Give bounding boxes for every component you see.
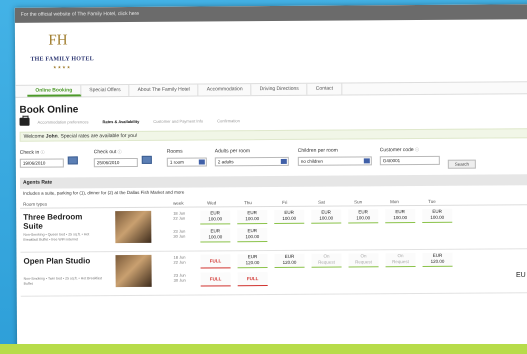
chevron-down-icon xyxy=(198,159,205,165)
info-icon[interactable]: ⓘ xyxy=(118,149,122,154)
col-day: Mon xyxy=(390,199,399,205)
rate-week-dates: 18 Jun 22 Jun xyxy=(173,254,186,265)
adults-select-value: 2 adults xyxy=(217,159,234,165)
rooms-select-value: 1 room xyxy=(169,159,184,165)
adults-select[interactable]: 2 adults xyxy=(214,156,289,167)
rate-cell[interactable]: EUR 100.00 xyxy=(200,228,231,243)
step-confirmation: Confirmation xyxy=(217,117,240,123)
room-name[interactable]: Three Bedroom Suite xyxy=(23,212,103,230)
col-day: Sun xyxy=(354,199,363,205)
room-description: Non-Smoking • Twin bed • 25 sq.ft. • Hot… xyxy=(23,276,102,286)
chevron-down-icon xyxy=(363,158,370,164)
checkout-label: Check out xyxy=(93,149,117,156)
chevron-down-icon xyxy=(280,158,287,164)
customer-code-label: Customer code xyxy=(379,147,414,154)
rooms-select[interactable]: 1 room xyxy=(166,157,207,167)
rooms-label: Rooms xyxy=(166,148,183,155)
browser-window: For the official website of The Family H… xyxy=(14,4,527,354)
step-customer-payment: Customer and Payment Info xyxy=(153,118,204,124)
info-icon[interactable]: ⓘ xyxy=(415,147,419,152)
rate-cell[interactable]: EUR 100.00 xyxy=(237,228,268,243)
nav-driving-directions[interactable]: Driving Directions xyxy=(251,83,308,96)
briefcase-icon xyxy=(19,117,30,126)
room-name[interactable]: Open Plan Studio xyxy=(23,256,103,265)
checkin-label: Check in xyxy=(19,149,40,156)
col-room-types: Room types xyxy=(23,201,48,207)
rooms-group: Rooms 1 room xyxy=(166,148,207,167)
checkout-field[interactable]: 25/06/2010 xyxy=(93,157,138,168)
nav-online-booking[interactable]: Online Booking xyxy=(27,85,82,97)
children-label: Children per room xyxy=(297,147,338,154)
info-icon[interactable]: ⓘ xyxy=(41,150,45,155)
screenshot-stage: For the official website of The Family H… xyxy=(0,0,527,354)
checkin-calendar-icon[interactable] xyxy=(67,156,78,165)
adults-group: Adults per room 2 adults xyxy=(215,148,289,167)
col-day: Tue xyxy=(428,198,436,204)
rate-week-dates: 23 Jun 30 Jun xyxy=(173,272,186,283)
checkout-group: Check out ⓘ 25/06/2010 xyxy=(93,149,138,168)
room-photo[interactable] xyxy=(115,210,152,244)
rate-cell[interactable]: EUR 100.00 xyxy=(311,209,342,224)
rate-cell[interactable]: EUR 100.00 xyxy=(237,210,268,225)
col-week: week xyxy=(173,200,184,206)
room-description: Non-Smoking • Queen bed • 25 sq.ft. • Ho… xyxy=(23,232,90,242)
room-row-open-plan-studio: Open Plan Studio Non-Smoking • Twin bed … xyxy=(20,249,527,297)
room-row-three-bedroom-suite: Three Bedroom Suite Non-Smoking • Queen … xyxy=(20,205,527,253)
rate-cell[interactable]: On Request xyxy=(311,253,342,268)
nav-about[interactable]: About The Family Hotel xyxy=(129,84,199,97)
welcome-user-name: John xyxy=(45,133,58,140)
rate-cell[interactable]: EUR 100.00 xyxy=(274,209,305,225)
col-day: Wed xyxy=(207,200,217,206)
rate-cell[interactable]: EUR 100.00 xyxy=(422,208,453,223)
nav-accommodation[interactable]: Accommodation xyxy=(198,84,252,96)
hotel-logo-name[interactable]: THE FAMILY HOTEL xyxy=(23,56,101,63)
welcome-suffix: . Special rates are available for you! xyxy=(57,132,138,140)
rate-cell[interactable]: FULL xyxy=(200,254,231,269)
rate-cell[interactable]: EUR 120.00 xyxy=(274,253,305,269)
checkin-group: Check in ⓘ 19/06/2010 xyxy=(19,149,64,168)
checkout-calendar-icon[interactable] xyxy=(141,155,152,164)
col-day: Fri xyxy=(282,199,288,205)
customer-code-group: Customer code ⓘ G4I0001 xyxy=(379,147,440,166)
rate-cell[interactable]: FULL xyxy=(237,272,268,287)
customer-code-field[interactable]: G4I0001 xyxy=(379,155,440,166)
rate-cell[interactable]: EUR 120.00 xyxy=(237,254,268,269)
rate-cell[interactable]: EUR 100.00 xyxy=(200,210,231,225)
rate-cell[interactable]: EUR 120.00 xyxy=(422,252,453,267)
booking-steps: Accommodation preferences Rates & Availa… xyxy=(16,112,527,128)
welcome-prefix: Welcome xyxy=(23,133,45,140)
rate-cell[interactable]: On Request xyxy=(348,253,379,268)
rate-cell[interactable]: FULL xyxy=(200,272,231,287)
rate-week-dates: 18 Jun 22 Jun xyxy=(173,210,186,221)
rate-cell[interactable]: EUR 100.00 xyxy=(348,209,379,224)
children-select[interactable]: no children xyxy=(297,156,372,166)
nav-special-offers[interactable]: Special Offers xyxy=(81,85,130,97)
header: FH THE FAMILY HOTEL ★★★★ xyxy=(15,19,527,85)
hotel-stars: ★★★★ xyxy=(52,64,72,70)
footer-band xyxy=(0,344,527,354)
search-form: Check in ⓘ 19/06/2010 Check out ⓘ 25/06/… xyxy=(16,138,527,178)
room-photo[interactable] xyxy=(115,254,152,288)
hotel-logo-mark[interactable]: FH xyxy=(43,32,73,48)
col-day: Thu xyxy=(244,200,252,206)
adults-label: Adults per room xyxy=(214,148,251,155)
col-day: Sat xyxy=(318,199,325,205)
nav-contact[interactable]: Contact xyxy=(307,83,343,95)
step-preferences: Accommodation preferences xyxy=(37,118,89,125)
children-select-value: no children xyxy=(300,158,323,164)
cut-off-rate-text: EU xyxy=(516,272,526,279)
rate-week-dates: 23 Jun 30 Jun xyxy=(173,228,186,239)
search-button[interactable]: Search xyxy=(447,159,476,169)
rate-cell[interactable]: On Request xyxy=(385,253,416,268)
rate-cell[interactable]: EUR 100.00 xyxy=(385,209,416,224)
step-rates: Rates & Availability xyxy=(102,118,140,124)
checkin-field[interactable]: 19/06/2010 xyxy=(19,158,64,168)
children-group: Children per room no children xyxy=(298,147,372,166)
